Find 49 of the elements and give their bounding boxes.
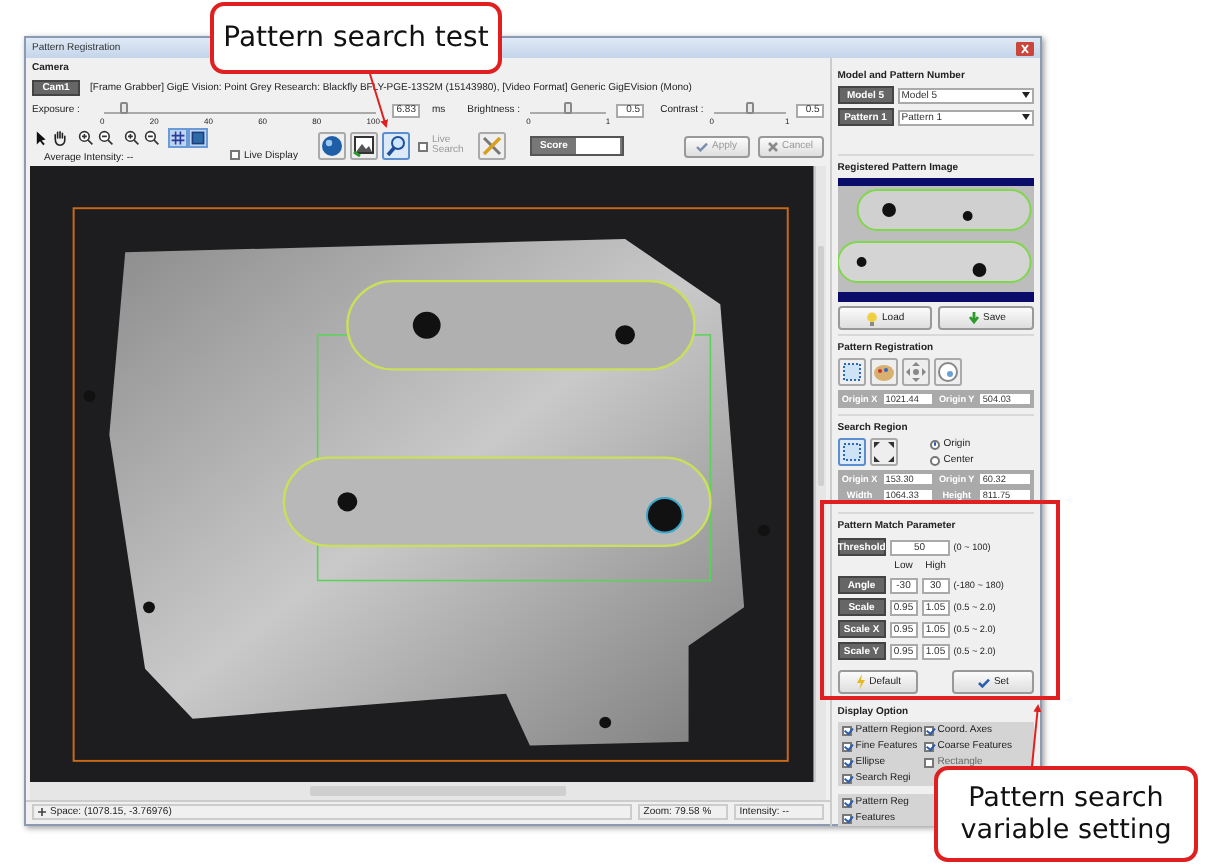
move-icon[interactable]: [901, 358, 930, 386]
search-icon[interactable]: [382, 132, 410, 161]
checkbox[interactable]: [841, 757, 852, 767]
pointer-icon[interactable]: [32, 129, 48, 146]
square-icon[interactable]: [190, 129, 206, 146]
select-region-icon[interactable]: [837, 438, 866, 466]
check-icon: [696, 141, 708, 152]
callout-label: Pattern search variable setting: [934, 766, 1198, 862]
picture-icon[interactable]: [350, 132, 378, 161]
lightning-icon: [855, 674, 866, 690]
slider-track[interactable]: [530, 103, 607, 114]
lightbulb-icon: [866, 311, 879, 325]
select-region-icon[interactable]: [837, 358, 866, 386]
arrow-icon: [967, 311, 979, 325]
slider-thumb[interactable]: [119, 101, 128, 114]
tools-icon[interactable]: [478, 132, 506, 161]
sphere-icon[interactable]: [318, 132, 346, 161]
zoom-in-icon[interactable]: [78, 129, 94, 146]
zoom-in-icon[interactable]: [124, 129, 140, 146]
radio-button[interactable]: [929, 455, 940, 465]
caret-icon: [1022, 114, 1030, 120]
target-icon[interactable]: [933, 358, 962, 386]
callout-label: Pattern search test: [210, 2, 502, 74]
zoom-out-icon[interactable]: [144, 129, 160, 146]
slider-thumb[interactable]: [745, 101, 754, 114]
checkbox[interactable]: [841, 773, 852, 783]
checkbox[interactable]: [923, 741, 934, 751]
checkbox[interactable]: [841, 741, 852, 751]
palette-icon[interactable]: [869, 358, 898, 386]
checkbox[interactable]: [230, 150, 240, 161]
checkbox[interactable]: [841, 813, 852, 823]
expand-icon[interactable]: [869, 438, 898, 466]
slider-track[interactable]: [104, 103, 376, 114]
hand-icon[interactable]: [52, 129, 68, 146]
leader-line: [1031, 704, 1042, 767]
slider-track[interactable]: [713, 103, 786, 114]
radio-button[interactable]: [929, 439, 940, 449]
checkbox[interactable]: [923, 725, 934, 735]
checkbox[interactable]: [841, 797, 852, 807]
close-icon: [767, 141, 778, 152]
zoom-out-icon[interactable]: [98, 129, 114, 146]
crosshair-icon: [38, 807, 46, 816]
caret-icon: [1022, 92, 1030, 98]
scrollbar[interactable]: [30, 782, 826, 801]
check-icon: [977, 677, 990, 687]
grid-icon[interactable]: [170, 129, 186, 146]
slider-thumb[interactable]: [564, 101, 573, 114]
close-icon[interactable]: [1016, 41, 1034, 55]
checkbox[interactable]: [841, 725, 852, 735]
